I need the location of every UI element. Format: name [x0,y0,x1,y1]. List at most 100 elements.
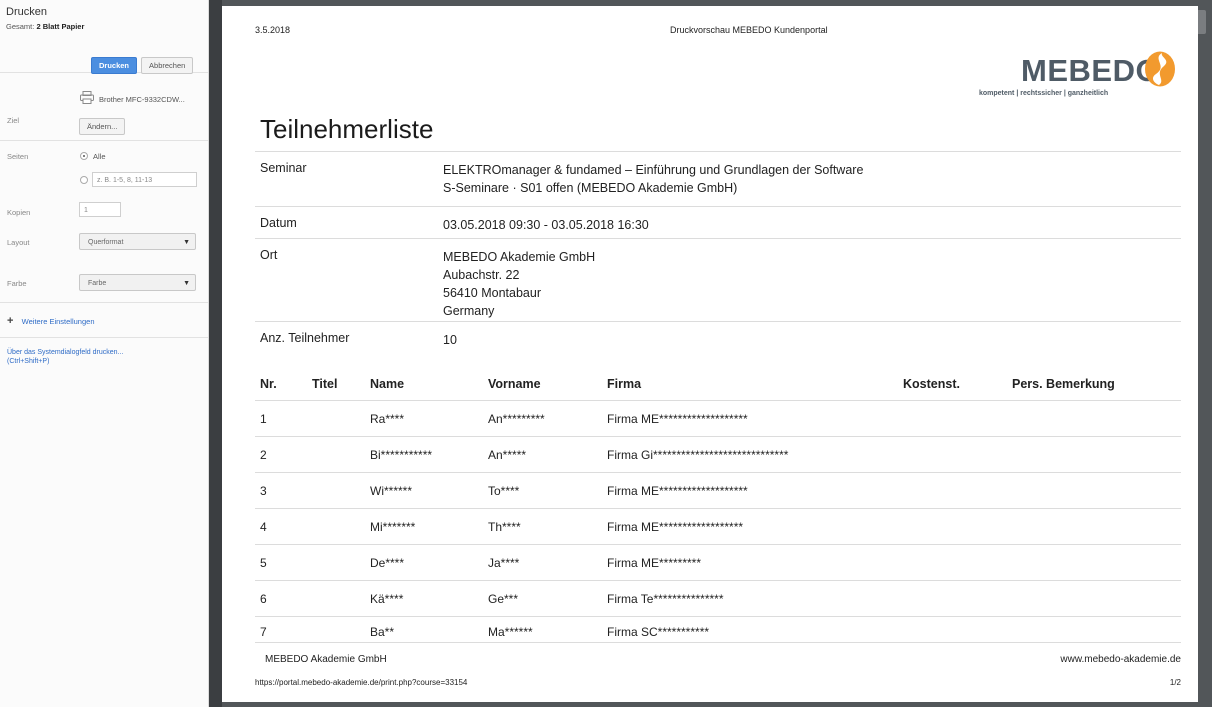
cell-firstname: An***** [488,448,527,462]
date-value: 03.05.2018 09:30 - 03.05.2018 16:30 [443,218,649,232]
footer-divider [255,642,1181,643]
color-label: Farbe [7,279,27,288]
cell-company: Firma ME******************* [607,412,748,426]
cell-nr: 4 [260,520,267,534]
dropdown-arrow-icon: ▼ [183,280,190,287]
cell-nr: 6 [260,592,267,606]
pages-label: Seiten [7,152,29,161]
pages-custom-radio[interactable] [80,176,88,184]
cell-nr: 1 [260,412,267,426]
footer-url: https://portal.mebedo-akademie.de/print.… [255,678,468,687]
cell-firstname: Ja**** [488,556,520,570]
system-dialog-link[interactable]: Über das Systemdialogfeld drucken... [7,349,123,356]
cell-nr: 5 [260,556,267,570]
col-header-company: Firma [607,377,642,391]
print-preview-page: 3.5.2018 Druckvorschau MEBEDO Kundenport… [222,6,1198,702]
place-line: 56410 Montabaur [443,286,541,300]
count-label: Anz. Teilnehmer [260,331,350,345]
panel-title: Drucken [6,6,47,18]
more-settings-toggle[interactable]: + Weitere Einstellungen [7,315,95,327]
cell-nr: 3 [260,484,267,498]
cell-name: Ba** [370,625,395,639]
printer-icon [80,91,94,106]
place-line: Germany [443,304,495,318]
pages-all-label: Alle [93,152,106,161]
cell-company: Firma SC*********** [607,625,710,639]
change-printer-button[interactable]: Ändern... [79,118,126,135]
cell-company: Firma ME****************** [607,520,744,534]
cell-company: Firma ME********* [607,556,702,570]
preview-gutter [209,0,222,707]
count-value: 10 [443,333,457,347]
col-header-title: Titel [312,377,338,391]
logo-wordmark: MEBEDO [1021,53,1161,88]
info-row-seminar: Seminar ELEKTROmanager & fundamed – Einf… [255,151,1181,207]
table-row: 1 Ra**** An********* Firma ME***********… [255,400,1181,437]
logo-tagline: kompetent | rechtssicher | ganzheitlich [979,90,1109,97]
cell-name: Wi****** [370,484,413,498]
header-date: 3.5.2018 [255,25,291,35]
cell-name: De**** [370,556,405,570]
cell-firstname: An********* [488,412,545,426]
more-settings-label: Weitere Einstellungen [21,317,95,326]
info-row-date: Datum 03.05.2018 09:30 - 03.05.2018 16:3… [255,206,1181,239]
cell-name: Ra**** [370,412,405,426]
place-line: Aubachstr. 22 [443,268,520,282]
place-label: Ort [260,248,278,262]
cell-firstname: Ma****** [488,625,533,639]
logo-mark-icon [1145,51,1175,87]
divider [0,302,208,303]
info-row-place: Ort MEBEDO Akademie GmbH Aubachstr. 22 5… [255,238,1181,322]
cell-company: Firma Gi***************************** [607,448,789,462]
table-row: 7 Ba** Ma****** Firma SC*********** [255,616,1181,643]
cancel-button[interactable]: Abbrechen [141,57,194,74]
col-header-remark: Pers. Bemerkung [1012,377,1115,391]
cell-firstname: Ge*** [488,592,519,606]
seminar-value: ELEKTROmanager & fundamed – Einführung u… [443,161,863,197]
sheet-total-prefix: Gesamt: [6,22,35,31]
printer-name: Brother MFC-9332CDW... [99,95,185,104]
destination-label: Ziel [7,116,20,125]
sheet-total: Gesamt: 2 Blatt Papier [6,22,208,31]
place-line: MEBEDO Akademie GmbH [443,250,596,264]
color-select[interactable]: Farbe ▼ [79,274,196,291]
color-select-value: Farbe [88,280,107,287]
date-label: Datum [260,216,297,230]
header-title: Druckvorschau MEBEDO Kundenportal [670,25,828,35]
cell-name: Mi******* [370,520,416,534]
cell-firstname: To**** [488,484,520,498]
table-row: 4 Mi******* Th**** Firma ME*************… [255,508,1181,545]
page-heading: Teilnehmerliste [260,114,434,144]
col-header-firstname: Vorname [488,377,541,391]
dropdown-arrow-icon: ▼ [183,239,190,246]
layout-select[interactable]: Querformat ▼ [79,233,196,250]
table-row: 2 Bi*********** An***** Firma Gi********… [255,436,1181,473]
seminar-label: Seminar [260,161,307,175]
copies-label: Kopien [7,208,31,217]
table-row: 5 De**** Ja**** Firma ME********* [255,544,1181,581]
action-buttons: Drucken Abbrechen [91,57,194,74]
cell-nr: 2 [260,448,267,462]
copies-input[interactable]: 1 [79,202,121,217]
cell-name: Kä**** [370,592,404,606]
info-row-count: Anz. Teilnehmer 10 [255,321,1181,358]
place-value: MEBEDO Akademie GmbH Aubachstr. 22 56410… [443,248,595,320]
col-header-nr: Nr. [260,377,277,391]
cell-company: Firma ME******************* [607,484,748,498]
col-header-cost-center: Kostenst. [903,377,960,391]
cell-company: Firma Te*************** [607,592,724,606]
table-row: 6 Kä**** Ge*** Firma Te*************** [255,580,1181,617]
cell-nr: 7 [260,625,267,639]
system-dialog-shortcut: (Ctrl+Shift+P) [7,358,50,365]
footer-company: MEBEDO Akademie GmbH [265,654,387,665]
footer-page-count: 1/2 [1169,678,1181,687]
cell-firstname: Th**** [488,520,521,534]
table-row: 3 Wi****** To**** Firma ME**************… [255,472,1181,509]
print-settings-panel: Drucken Gesamt: 2 Blatt Papier Drucken A… [0,0,209,707]
seminar-line: ELEKTROmanager & fundamed – Einführung u… [443,163,864,177]
pages-range-input[interactable]: z. B. 1-5, 8, 11-13 [92,172,197,187]
sheet-total-value: 2 Blatt Papier [36,22,85,31]
layout-select-value: Querformat [88,239,124,246]
print-button[interactable]: Drucken [91,57,138,74]
pages-all-radio[interactable] [80,152,88,160]
